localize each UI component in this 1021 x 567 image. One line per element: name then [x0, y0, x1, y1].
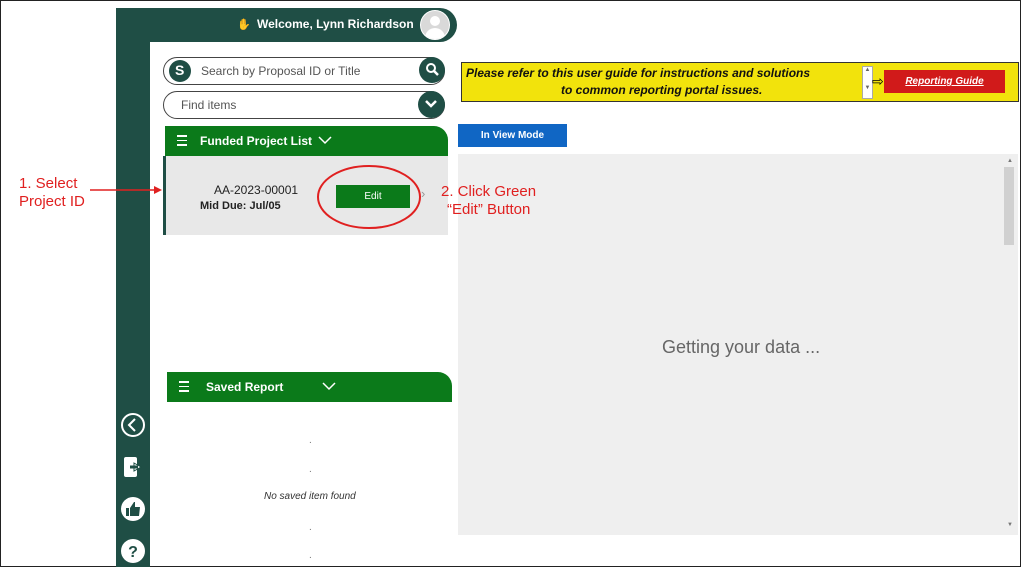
logout-icon[interactable] — [120, 454, 146, 480]
view-mode-button[interactable]: In View Mode — [458, 124, 567, 147]
saved-report-header[interactable]: Saved Report — [167, 372, 452, 402]
scroll-down-icon[interactable]: ▼ — [1007, 522, 1013, 528]
collapse-left-icon[interactable] — [120, 412, 146, 438]
content-panel: Getting your data ... — [458, 154, 1018, 535]
annotation-circle — [317, 165, 421, 229]
placeholder-dot: . — [309, 435, 312, 446]
notice-line-2: to common reporting portal issues. — [561, 83, 763, 97]
reporting-guide-button[interactable]: Reporting Guide — [884, 70, 1005, 93]
no-saved-item-text: No saved item found — [264, 491, 356, 502]
search-icon[interactable] — [419, 57, 445, 83]
search-placeholder: Search by Proposal ID or Title — [201, 64, 361, 78]
chevron-down-icon — [322, 382, 336, 391]
svg-text:?: ? — [128, 544, 138, 561]
chevron-down-icon — [318, 136, 332, 145]
find-placeholder: Find items — [181, 98, 237, 112]
saved-report-title: Saved Report — [206, 380, 284, 394]
annotation-step-2-line-1: 2. Click Green — [441, 183, 537, 200]
wave-hand-icon: ✋ — [237, 19, 251, 31]
thumbs-up-icon[interactable] — [120, 496, 146, 522]
placeholder-dot: . — [309, 522, 312, 533]
annotation-step-1: 1. Select Project ID — [19, 175, 85, 211]
spartan-logo-icon: S — [169, 60, 191, 82]
avatar[interactable] — [420, 10, 450, 40]
find-items-input[interactable]: Find items — [163, 91, 445, 119]
menu-icon — [177, 135, 187, 149]
chevron-down-icon[interactable] — [418, 91, 445, 118]
menu-icon — [179, 381, 189, 395]
welcome-text: Welcome, Lynn Richardson — [257, 17, 414, 31]
annotation-step-1-line-2: Project ID — [19, 193, 85, 210]
user-guide-notice: Please refer to this user guide for inst… — [461, 62, 1019, 102]
funded-list-title: Funded Project List — [200, 134, 313, 148]
loading-text: Getting your data ... — [662, 337, 821, 357]
annotation-step-2-line-2: “Edit” Button — [447, 201, 531, 218]
notice-line-1: Please refer to this user guide for inst… — [466, 66, 811, 80]
placeholder-dot: . — [309, 550, 312, 561]
help-icon[interactable]: ? — [120, 538, 146, 564]
project-due-date: Mid Due: Jul/05 — [200, 200, 281, 212]
left-rail — [116, 8, 150, 567]
project-id: AA-2023-00001 — [214, 183, 299, 197]
annotation-step-2: 2. Click Green “Edit” Button — [441, 183, 536, 219]
search-input[interactable]: S Search by Proposal ID or Title — [163, 57, 445, 85]
scroll-up-icon[interactable]: ▲ — [1007, 158, 1013, 164]
vertical-scrollbar[interactable] — [1004, 167, 1014, 245]
annotation-arrow — [90, 186, 162, 194]
annotation-step-1-line-1: 1. Select — [19, 175, 78, 192]
placeholder-dot: . — [309, 464, 312, 475]
arrow-right-icon: ⇨ — [872, 73, 884, 89]
funded-project-list-header[interactable]: Funded Project List — [165, 126, 448, 156]
